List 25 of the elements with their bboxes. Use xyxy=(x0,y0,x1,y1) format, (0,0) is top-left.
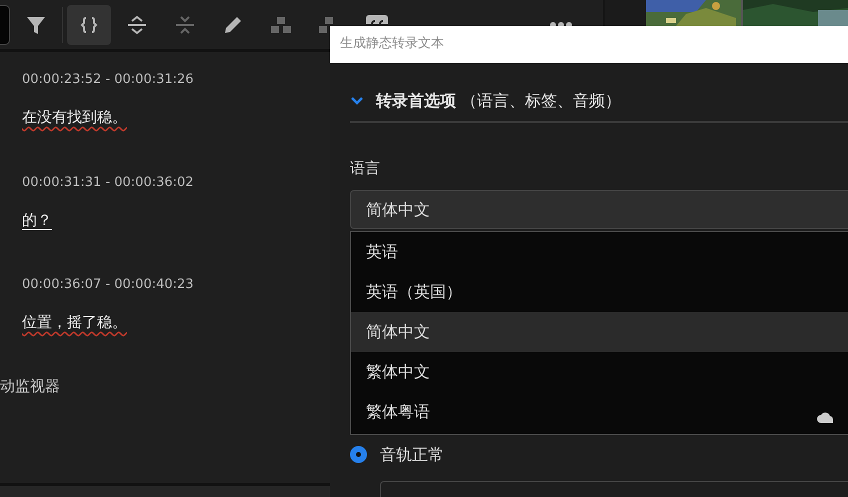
dropdown-option[interactable]: 简体中文 xyxy=(351,312,848,352)
timecode: 00:00:36:07 - 00:00:40:23 xyxy=(22,277,194,292)
caption-text: 的？ xyxy=(22,210,52,230)
dropdown-option[interactable]: 英语 xyxy=(351,232,848,272)
field-label: 语言 xyxy=(350,158,380,179)
expand-icon xyxy=(126,14,148,36)
timecode: 00:00:31:31 - 00:00:36:02 xyxy=(22,174,194,190)
dropdown-option[interactable]: 繁体粤语 xyxy=(351,392,848,432)
collapse-icon xyxy=(174,14,196,36)
panel-label: 动监视器 xyxy=(0,376,60,396)
timecode: 00:00:23:52 - 00:00:31:26 xyxy=(22,72,194,87)
dropdown-option[interactable]: 繁体中文 xyxy=(351,352,848,392)
cloud-icon xyxy=(817,410,833,424)
radio-label: 音轨正常 xyxy=(380,444,444,466)
dropdown-option[interactable]: 英语（英国） xyxy=(351,272,848,312)
dialog-title: 生成静态转录文本 xyxy=(340,36,444,51)
caption-text: 在没有找到稳。 xyxy=(22,107,127,128)
search-field[interactable] xyxy=(0,4,10,44)
section-title: 转录首选项 （语言、标签、音频） xyxy=(376,90,622,112)
radio-button[interactable] xyxy=(350,446,367,463)
braces-button[interactable] xyxy=(67,4,111,44)
captions-icon xyxy=(366,14,388,24)
chevron-icon[interactable] xyxy=(350,96,364,106)
language-dropdown[interactable]: 简体中文 xyxy=(350,190,848,228)
caption-text: 位置，摇了稳。 xyxy=(22,312,127,333)
